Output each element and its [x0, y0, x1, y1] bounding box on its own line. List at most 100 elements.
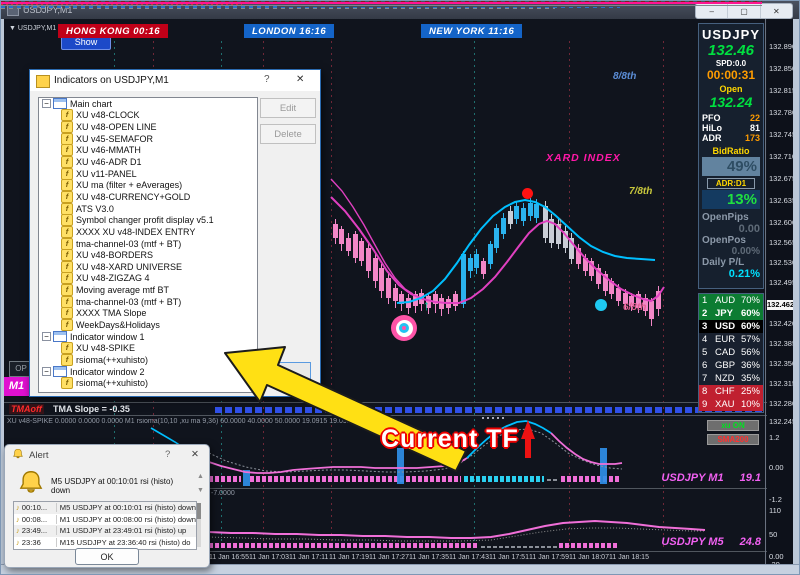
- alert-time: 23:49...: [22, 526, 57, 536]
- price-scale[interactable]: 132.890 132.850 132.815 132.780 132.745 132.7…: [767, 19, 796, 569]
- alert-time: 23:36: [22, 537, 57, 547]
- tree-indicator-item[interactable]: f rsioma(++xuhisto): [39, 353, 257, 366]
- tree-indicator-item[interactable]: f XU v46-ADR D1: [39, 156, 257, 169]
- scale-tick: 0.00: [769, 463, 784, 472]
- candle: [521, 203, 526, 226]
- tree-collapse-icon[interactable]: −: [42, 332, 51, 342]
- indicators-tree[interactable]: − Main chart f XU v48-CLOCK f XU v48-OPEN LIN…: [38, 97, 258, 393]
- tree-indicator-item[interactable]: f XU v11-PANEL: [39, 167, 257, 180]
- tree-window-item[interactable]: − Indicator window 1: [39, 331, 257, 343]
- time-axis-label: 11 Jan 18:07: [569, 554, 609, 561]
- tree-item-label: XU v46-MMATH: [76, 145, 141, 156]
- candle-body: [413, 294, 418, 306]
- sma200-button[interactable]: SMA200: [707, 434, 759, 445]
- tree-indicator-item[interactable]: f XU v48-ZIGZAG 4: [39, 272, 257, 285]
- indicator-function-icon: f: [61, 132, 73, 145]
- tree-indicator-item[interactable]: f XU ma (filter + eAverages): [39, 179, 257, 192]
- candle: [494, 224, 499, 253]
- tree-indicator-item[interactable]: f XU v48-OPEN LINE: [39, 121, 257, 134]
- candle-body: [563, 231, 568, 248]
- candle: [446, 296, 451, 314]
- alert-title: Alert: [29, 450, 49, 461]
- tree-indicator-item[interactable]: f XU v48-CURRENCY+GOLD: [39, 190, 257, 203]
- candle: [333, 219, 338, 244]
- tree-indicator-item[interactable]: f Symbol changer profit display v5.1: [39, 214, 257, 227]
- tree-indicator-item[interactable]: f XU v48-XARD UNIVERSE: [39, 260, 257, 273]
- currency-strength-panel: 1 AUD 70% 2 JPY 60% 3 USD 60% 4 EUR 57% 5 CAD 56% 6 GBP 3…: [698, 293, 764, 413]
- tree-window-item[interactable]: − Main chart: [39, 98, 257, 110]
- dialog-close-icon[interactable]: ✕: [296, 74, 304, 85]
- indicator-function-icon: f: [61, 202, 73, 215]
- alert-row[interactable]: ♪ 00:08... M1 USDJPY at 00:08:00 rsi (hist…: [14, 514, 196, 526]
- candle: [549, 214, 554, 248]
- candle: [399, 291, 404, 311]
- dialog-titlebar[interactable]: Indicators on USDJPY,M1 ? ✕: [30, 70, 320, 91]
- edit-button[interactable]: Edit: [260, 98, 316, 118]
- tree-indicator-item[interactable]: f XU v48-BORDERS: [39, 249, 257, 262]
- candle: [514, 201, 519, 224]
- alert-list[interactable]: ♪ 00:10... M5 USDJPY at 00:10:01 rsi (hist…: [13, 501, 197, 550]
- alert-row[interactable]: ♪ 23:36 M15 USDJPY at 23:36:40 rsi (histo)…: [14, 537, 196, 549]
- indicator-function-icon: f: [61, 353, 73, 366]
- candle: [488, 241, 493, 269]
- strength-row-xau: 9 XAU 10%: [699, 398, 763, 411]
- tree-collapse-icon[interactable]: −: [42, 99, 51, 109]
- candle: [616, 284, 621, 306]
- tree-indicator-item[interactable]: f XU v46-MMATH: [39, 144, 257, 157]
- stat-value: 81: [749, 123, 760, 133]
- alert-row[interactable]: ♪ 00:10... M5 USDJPY at 00:10:01 rsi (hist…: [14, 502, 196, 514]
- tree-item-label: Moving average mtf BT: [76, 285, 170, 296]
- panel-stat-row: PFO 22: [699, 113, 763, 123]
- panel-timer: 00:00:31: [706, 68, 756, 82]
- alert-row[interactable]: ♪ 23:49... M1 USDJPY at 23:49:01 rsi (hist…: [14, 525, 196, 537]
- alert-titlebar[interactable]: Alert ? ✕: [5, 445, 209, 464]
- delete-button[interactable]: Delete: [260, 124, 316, 144]
- tree-indicator-item[interactable]: f tma-channel-03 (mtf + BT): [39, 295, 257, 308]
- session-clock-london: LONDON 16:16: [244, 24, 335, 38]
- tree-indicator-item[interactable]: f XU v48-CLOCK: [39, 109, 257, 122]
- xard-index-label: XARD INDEX: [546, 152, 621, 164]
- indicator-function-icon: f: [61, 190, 73, 203]
- indicator-function-icon: f: [61, 342, 73, 355]
- scroll-up-icon[interactable]: ▲: [197, 473, 204, 480]
- alert-close-icon[interactable]: ✕: [191, 449, 199, 460]
- tree-indicator-item[interactable]: f XXXX XU v48-INDEX ENTRY: [39, 225, 257, 238]
- indicator-function-icon: f: [61, 260, 73, 273]
- tma-off-label[interactable]: TMAoff: [9, 404, 44, 414]
- tree-indicator-item[interactable]: f Moving average mtf BT: [39, 284, 257, 297]
- candle-body: [359, 241, 364, 261]
- panel-symbol: USDJPY: [701, 27, 761, 42]
- indicator-function-icon: f: [61, 272, 73, 285]
- tree-item-label: rsioma(++xuhisto): [76, 354, 149, 365]
- alert-big-bell-icon: [19, 471, 43, 493]
- m5-histogram: [209, 543, 478, 548]
- tree-indicator-item[interactable]: f XXXX TMA Slope: [39, 307, 257, 320]
- candle: [528, 198, 533, 221]
- tree-item-label: XU v48-BORDERS: [76, 250, 154, 261]
- time-axis-label: 11 Jan 17:11: [289, 554, 329, 561]
- candle-body: [474, 254, 479, 268]
- row-bell-icon: ♪: [16, 514, 20, 524]
- alert-text: M5 USDJPY at 00:10:01 rsi (histo) down: [59, 503, 196, 513]
- tree-indicator-item[interactable]: f ATS V3.0: [39, 202, 257, 215]
- candle-body: [461, 254, 466, 304]
- candle-body: [649, 301, 654, 319]
- tree-indicator-item[interactable]: f WeekDays&Holidays: [39, 319, 257, 331]
- alert-scrollbar[interactable]: [197, 503, 201, 547]
- time-axis-label: 11 Jan 17:19: [329, 554, 369, 561]
- tree-indicator-item[interactable]: f rsioma(++xuhisto): [39, 377, 257, 390]
- scroll-down-icon[interactable]: ▼: [197, 487, 204, 494]
- alert-help-icon[interactable]: ?: [165, 449, 170, 460]
- window1-symbol: USDJPY M1: [661, 472, 724, 484]
- tree-collapse-icon[interactable]: −: [42, 367, 51, 377]
- dialog-close-button[interactable]: Close: [247, 362, 311, 384]
- tree-indicator-item[interactable]: f XU v45-SEMAFOR: [39, 132, 257, 145]
- xu-on-button[interactable]: xu ON: [707, 420, 759, 431]
- ok-button[interactable]: OK: [75, 548, 139, 565]
- tree-indicator-item[interactable]: f XU v48-SPIKE: [39, 342, 257, 355]
- tree-window-item[interactable]: − Indicator window 2: [39, 366, 257, 378]
- tree-indicator-item[interactable]: f tma-channel-03 (mtf + BT): [39, 237, 257, 250]
- buy-dot-marker: [595, 299, 607, 311]
- dialog-help-icon[interactable]: ?: [264, 74, 270, 85]
- symbol-info-panel: USDJPY 132.46 SPD:0.0 00:00:31 Open 132.…: [698, 23, 764, 289]
